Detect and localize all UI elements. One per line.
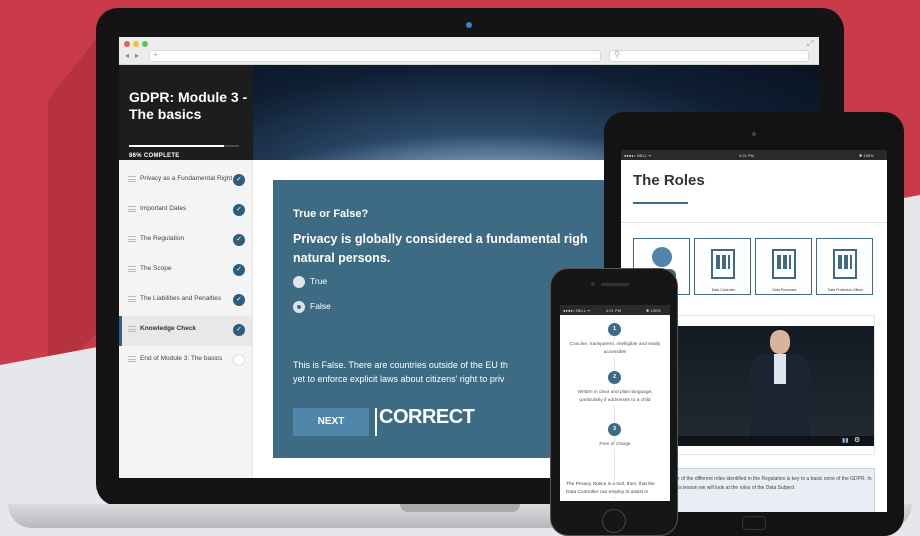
role-tile-data-processor[interactable]: Data Processor (755, 238, 812, 295)
new-tab-icon[interactable]: + (153, 50, 158, 59)
role-tile-data-controller[interactable]: Data Controller (694, 238, 751, 295)
building-icon (833, 249, 857, 279)
option-label: True (310, 276, 328, 286)
step-number: 2 (608, 371, 621, 384)
check-icon: ✓ (233, 264, 245, 276)
video-player[interactable]: ▮▮ ⚙ (674, 326, 874, 446)
sidebar-item-label: Privacy as a Fundamental Right (140, 175, 233, 182)
status-time: 4:21 PM (606, 308, 621, 313)
course-progress-label: 86% COMPLETE (129, 153, 180, 159)
phone-screen: ●●●●○ BELL ᯤ 4:21 PM ✱ 100% 1 Concise, t… (560, 305, 670, 501)
sidebar-item-label: The Liabilities and Penalties (140, 295, 221, 302)
browser-chrome: ◂ ▸ + ⚲ ⤢ (119, 37, 819, 65)
sidebar-item-privacy[interactable]: Privacy as a Fundamental Right ✓ (119, 166, 253, 196)
lesson-lines-icon (128, 326, 136, 332)
check-icon: ✓ (233, 174, 245, 186)
phone-status-bar: ●●●●○ BELL ᯤ 4:21 PM ✱ 100% (560, 305, 670, 315)
browser-search-input[interactable]: ⚲ (609, 50, 809, 62)
laptop-camera (466, 22, 472, 28)
role-label: Data Processor (772, 288, 797, 292)
lesson-lines-icon (128, 296, 136, 302)
check-icon: ✓ (233, 204, 245, 216)
course-progress-fill (129, 145, 224, 147)
divider (621, 222, 887, 223)
phone-device: ●●●●○ BELL ᯤ 4:21 PM ✱ 100% 1 Concise, t… (550, 268, 678, 536)
building-icon (711, 249, 735, 279)
volume-icon[interactable]: ▮▮ (842, 437, 849, 444)
course-progress-bar (129, 145, 239, 147)
tablet-home-button[interactable] (742, 516, 766, 530)
role-label: Data Controller (711, 288, 736, 292)
role-label: Data Protection Officer (827, 288, 864, 292)
lesson-lines-icon (128, 236, 136, 242)
laptop-notch (400, 504, 520, 512)
search-icon: ⚲ (614, 50, 620, 59)
close-window-icon[interactable] (124, 41, 130, 47)
step-text: Concise, transparent, intelligible and e… (566, 341, 664, 357)
presenter-shirt (774, 354, 786, 384)
sidebar-item-end-of-module[interactable]: End of Module 3: The basics (119, 346, 253, 376)
fullscreen-icon[interactable]: ⤢ (807, 39, 813, 49)
next-button[interactable]: NEXT (293, 408, 369, 436)
option-label: False (310, 301, 331, 311)
privacy-note: The Privacy Notice is a tool, then, that… (566, 481, 664, 497)
maximize-window-icon[interactable] (142, 41, 148, 47)
check-icon: ✓ (233, 324, 245, 336)
sidebar-item-scope[interactable]: The Scope ✓ (119, 256, 253, 286)
step-number: 3 (608, 423, 621, 436)
sidebar-item-important-dates[interactable]: Important Dates ✓ (119, 196, 253, 226)
battery-label: ✱ 100% (859, 153, 874, 158)
sidebar-item-label: Knowledge Check (140, 325, 196, 332)
gear-icon[interactable]: ⚙ (854, 436, 860, 444)
tablet-camera (752, 132, 756, 136)
check-icon: ✓ (233, 294, 245, 306)
minimize-window-icon[interactable] (133, 41, 139, 47)
sidebar-item-label: Important Dates (140, 205, 187, 212)
step-number: 1 (608, 323, 621, 336)
quiz-kicker: True or False? (293, 208, 369, 220)
building-icon (772, 249, 796, 279)
sidebar-item-label: The Regulation (140, 235, 185, 242)
title-underline (633, 202, 688, 204)
result-label: CORRECT (379, 406, 475, 428)
tablet-status-bar: ●●●●○ BELL ᯤ 4:21 PM ✱ 100% (621, 150, 887, 160)
check-icon: ✓ (233, 234, 245, 246)
phone-home-button[interactable] (602, 509, 626, 533)
phone-speaker (601, 283, 629, 286)
step-text: Written in clear and plain language, par… (566, 389, 664, 405)
step-text: Free of charge (566, 441, 664, 449)
lesson-lines-icon (128, 356, 136, 362)
address-bar[interactable]: + (149, 50, 601, 62)
role-tile-dpo[interactable]: Data Protection Officer (816, 238, 873, 295)
sidebar-item-label: The Scope (140, 265, 172, 272)
carrier-label: ●●●●○ BELL ᯤ (624, 153, 652, 158)
sidebar-item-label: End of Module 3: The basics (140, 355, 223, 362)
incomplete-circle-icon (233, 354, 245, 366)
info-text: ge of the different roles identified in … (674, 476, 872, 491)
sidebar-item-liabilities[interactable]: The Liabilities and Penalties ✓ (119, 286, 253, 316)
page-title: The Roles (633, 172, 705, 189)
sidebar-item-knowledge-check[interactable]: Knowledge Check ✓ (119, 316, 253, 346)
back-arrow-icon[interactable]: ◂ (125, 51, 129, 60)
person-icon (652, 247, 672, 267)
radio-false[interactable] (293, 301, 305, 313)
forward-arrow-icon[interactable]: ▸ (135, 51, 139, 60)
result-divider (375, 408, 377, 436)
lesson-sidebar: Privacy as a Fundamental Right ✓ Importa… (119, 160, 253, 478)
course-title: GDPR: Module 3 - The basics (129, 89, 248, 122)
presenter-head (770, 330, 790, 354)
status-time: 4:21 PM (739, 153, 754, 158)
phone-camera (591, 282, 595, 286)
video-controls[interactable]: ▮▮ ⚙ (674, 436, 874, 446)
radio-true[interactable] (293, 276, 305, 288)
carrier-label: ●●●●○ BELL ᯤ (563, 308, 591, 313)
sidebar-item-regulation[interactable]: The Regulation ✓ (119, 226, 253, 256)
lesson-lines-icon (128, 206, 136, 212)
course-header: GDPR: Module 3 - The basics 86% COMPLETE (119, 65, 253, 160)
lesson-lines-icon (128, 176, 136, 182)
battery-label: ✱ 100% (646, 308, 661, 313)
lesson-lines-icon (128, 266, 136, 272)
